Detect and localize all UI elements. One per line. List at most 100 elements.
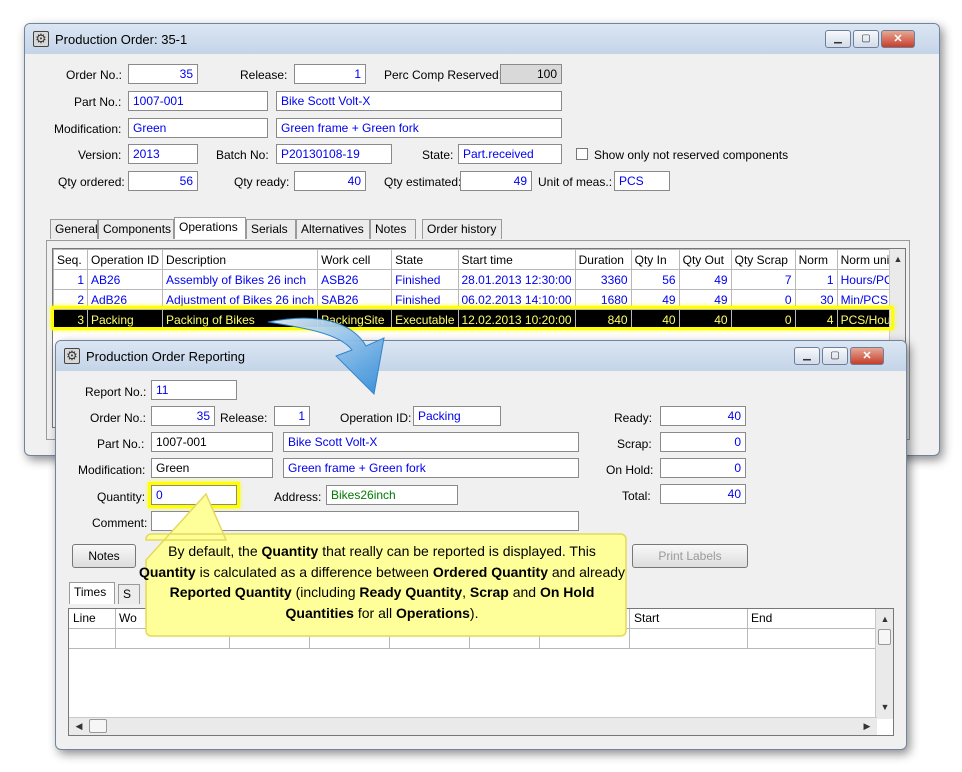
col-operation-id[interactable]: Operation ID bbox=[86, 249, 164, 270]
unit-label: Unit of meas.: bbox=[538, 175, 613, 189]
col-qty-out[interactable]: Qty Out bbox=[678, 249, 732, 270]
col-end[interactable]: End bbox=[751, 611, 772, 625]
col-qty-scrap[interactable]: Qty Scrap bbox=[730, 249, 796, 270]
report-part-desc-field[interactable]: Bike Scott Volt-X bbox=[283, 432, 579, 452]
show-only-checkbox[interactable] bbox=[576, 148, 588, 160]
report-order-no-field[interactable]: 35 bbox=[151, 406, 215, 426]
report-order-no-label: Order No.: bbox=[90, 411, 147, 425]
hscroll-thumb[interactable] bbox=[89, 719, 107, 733]
order-no-label: Order No.: bbox=[66, 68, 123, 82]
scroll-down-icon[interactable]: ▼ bbox=[877, 699, 893, 715]
release-label: Release: bbox=[240, 68, 288, 82]
col-work-cell[interactable]: Work cell bbox=[317, 249, 393, 270]
qty-estimated-label: Qty estimated: bbox=[384, 175, 462, 189]
report-modification-field[interactable]: Green bbox=[151, 458, 273, 478]
qty-ordered-field[interactable]: 56 bbox=[128, 171, 198, 191]
quantity-highlight-box bbox=[148, 482, 240, 508]
comment-label: Comment: bbox=[92, 516, 148, 530]
app-icon: ⚙ bbox=[64, 348, 80, 364]
modification-field[interactable]: Green bbox=[128, 118, 268, 138]
release-field[interactable]: 1 bbox=[294, 64, 366, 84]
modification-label: Modification: bbox=[54, 122, 122, 136]
col-qty-in[interactable]: Qty In bbox=[630, 249, 680, 270]
col-line[interactable]: Line bbox=[73, 611, 96, 625]
scroll-up-icon[interactable]: ▲ bbox=[890, 251, 905, 267]
part-no-field[interactable]: 1007-001 bbox=[128, 91, 268, 111]
qty-estimated-field[interactable]: 49 bbox=[460, 171, 532, 191]
col-state[interactable]: State bbox=[391, 249, 459, 270]
operation-id-label: Operation ID: bbox=[340, 411, 412, 425]
col-start-time[interactable]: Start time bbox=[457, 249, 576, 270]
tab-notes[interactable]: Notes bbox=[370, 219, 416, 239]
table-row[interactable]: 1 AB26 Assembly of Bikes 26 inch ASB26 F… bbox=[53, 269, 905, 290]
scroll-right-icon[interactable]: ▶ bbox=[859, 718, 875, 734]
row-highlight-box bbox=[51, 306, 894, 330]
part-desc-field[interactable]: Bike Scott Volt-X bbox=[276, 91, 562, 111]
notes-button[interactable]: Notes bbox=[72, 544, 136, 568]
callout-text: By default, the Quantity that really can… bbox=[138, 543, 626, 621]
cell-qty-out: 49 bbox=[678, 269, 732, 290]
tab-operations[interactable]: Operations bbox=[174, 217, 246, 239]
cell-norm: 1 bbox=[794, 269, 838, 290]
qty-ordered-label: Qty ordered: bbox=[58, 175, 125, 189]
total-label: Total: bbox=[622, 489, 651, 503]
tab-alternatives[interactable]: Alternatives bbox=[296, 219, 370, 239]
version-field[interactable]: 2013 bbox=[128, 144, 198, 164]
minimize-button[interactable]: ▁ bbox=[794, 347, 820, 365]
cell-qty-scrap: 7 bbox=[730, 269, 796, 290]
print-labels-button[interactable]: Print Labels bbox=[632, 544, 748, 568]
vertical-scrollbar[interactable]: ▲ ▼ bbox=[875, 609, 893, 719]
col-norm[interactable]: Norm bbox=[794, 249, 838, 270]
tab-general[interactable]: General bbox=[50, 219, 98, 239]
maximize-button[interactable]: ▢ bbox=[853, 30, 879, 48]
on-hold-field[interactable]: 0 bbox=[660, 458, 746, 478]
tab-s[interactable]: S bbox=[118, 584, 140, 604]
ready-label: Ready: bbox=[614, 411, 653, 425]
qty-ready-field[interactable]: 40 bbox=[294, 171, 366, 191]
main-tab-strip: General Components Operations Serials Al… bbox=[50, 217, 910, 241]
batch-no-label: Batch No: bbox=[216, 148, 269, 162]
modification-desc-field[interactable]: Green frame + Green fork bbox=[276, 118, 562, 138]
col-description[interactable]: Description bbox=[162, 249, 319, 270]
cell-state: Finished bbox=[391, 269, 459, 290]
col-seq[interactable]: Seq. bbox=[53, 249, 88, 270]
comment-field[interactable] bbox=[151, 511, 579, 531]
cell-operation-id: AB26 bbox=[86, 269, 164, 290]
address-field[interactable]: Bikes26inch bbox=[326, 485, 458, 505]
quantity-label: Quantity: bbox=[97, 490, 146, 504]
title-bar: ⚙ Production Order: 35-1 ▁ ▢ ✕ bbox=[25, 24, 939, 54]
ready-field[interactable]: 40 bbox=[660, 406, 746, 426]
close-button[interactable]: ✕ bbox=[850, 347, 884, 365]
tab-times[interactable]: Times bbox=[69, 582, 115, 604]
cell-qty-in: 56 bbox=[630, 269, 680, 290]
report-part-no-field[interactable]: 1007-001 bbox=[151, 432, 273, 452]
total-field[interactable]: 40 bbox=[660, 484, 746, 504]
tab-components[interactable]: Components bbox=[98, 219, 174, 239]
maximize-button[interactable]: ▢ bbox=[822, 347, 848, 365]
report-no-field[interactable]: 11 bbox=[151, 380, 237, 400]
on-hold-label: On Hold: bbox=[606, 463, 654, 477]
perc-comp-label: Perc Comp Reserved: bbox=[384, 68, 503, 82]
state-label: State: bbox=[422, 148, 454, 162]
report-release-field[interactable]: 1 bbox=[274, 406, 310, 426]
scrap-field[interactable]: 0 bbox=[660, 432, 746, 452]
operation-id-field[interactable]: Packing bbox=[413, 406, 501, 426]
close-button[interactable]: ✕ bbox=[881, 30, 915, 48]
col-start[interactable]: Start bbox=[634, 611, 659, 625]
minimize-button[interactable]: ▁ bbox=[825, 30, 851, 48]
batch-no-field[interactable]: P20130108-19 bbox=[276, 144, 392, 164]
tab-order-history[interactable]: Order history bbox=[422, 219, 502, 239]
order-no-field[interactable]: 35 bbox=[128, 64, 198, 84]
scroll-thumb[interactable] bbox=[878, 629, 891, 645]
scroll-up-icon[interactable]: ▲ bbox=[877, 611, 893, 627]
app-icon: ⚙ bbox=[33, 31, 49, 47]
col-wo[interactable]: Wo bbox=[119, 611, 137, 625]
scroll-left-icon[interactable]: ◀ bbox=[71, 718, 87, 734]
tab-serials[interactable]: Serials bbox=[246, 219, 296, 239]
unit-field[interactable]: PCS bbox=[614, 171, 670, 191]
state-field[interactable]: Part.received bbox=[458, 144, 562, 164]
col-duration[interactable]: Duration bbox=[574, 249, 632, 270]
window-title: Production Order: 35-1 bbox=[55, 32, 188, 47]
report-modification-desc-field[interactable]: Green frame + Green fork bbox=[283, 458, 579, 478]
horizontal-scrollbar[interactable]: ◀ ▶ bbox=[69, 717, 877, 735]
